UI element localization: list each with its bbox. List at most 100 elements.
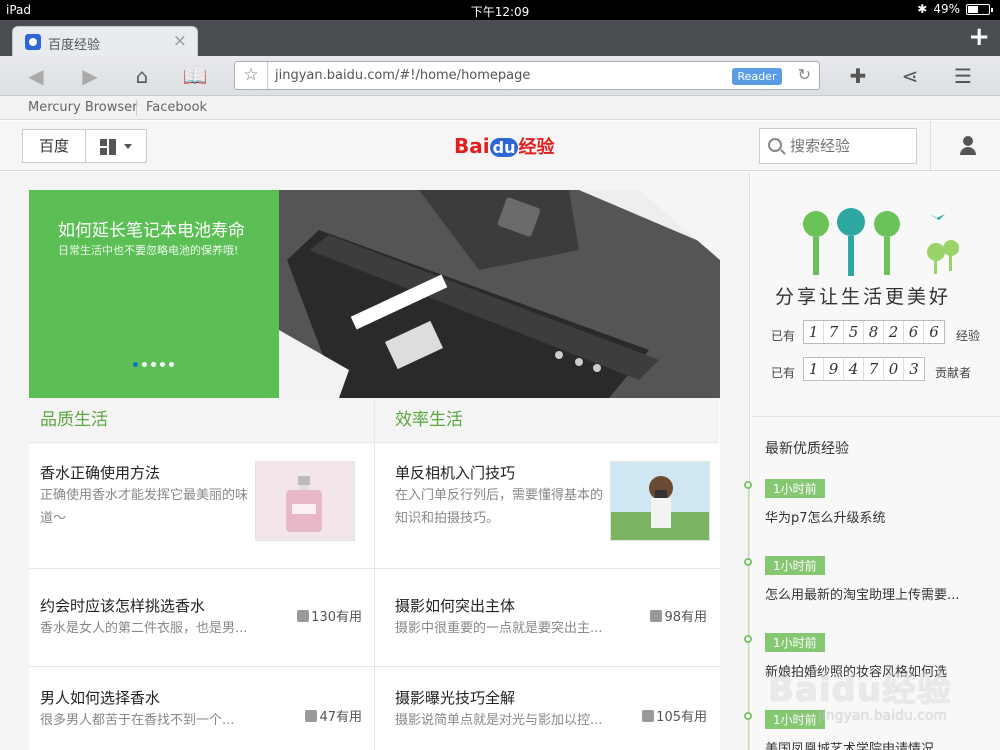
article-desc: 香水是女人的第二件衣服，也是男... xyxy=(40,621,248,636)
status-right: ✱ 49% xyxy=(917,2,993,16)
banner-subtitle: 日常生活中也不要忽略电池的保养哦! xyxy=(58,244,239,257)
section-title-efficient-life[interactable]: 效率生活 xyxy=(374,398,719,443)
bookmark-divider xyxy=(136,100,137,116)
tab-title: 百度经验 xyxy=(48,38,101,53)
banner-title[interactable]: 如何延长笔记本电池寿命 xyxy=(58,216,245,241)
latest-title: 最新优质经验 xyxy=(765,441,849,457)
battery-icon xyxy=(966,3,993,15)
thumbs-up-icon xyxy=(642,710,655,722)
user-account-button[interactable] xyxy=(930,121,1000,171)
article-desc: 正确使用香水才能发挥它最美丽的味道～ xyxy=(40,488,249,526)
thumbs-up-icon xyxy=(305,710,318,722)
counter-digit: 1 xyxy=(804,358,824,380)
reload-icon[interactable]: ↻ xyxy=(798,65,811,84)
article-title[interactable]: 香水正确使用方法 xyxy=(40,462,160,483)
baidu-home-button[interactable]: 百度 xyxy=(22,129,86,163)
useful-count[interactable]: 98有用 xyxy=(650,606,707,625)
stat-suffix: 经验 xyxy=(956,329,981,343)
laptop-battery-image[interactable] xyxy=(279,190,720,398)
star-icon[interactable]: ☆ xyxy=(235,62,268,89)
hero-banner[interactable]: 如何延长笔记本电池寿命 日常生活中也不要忽略电池的保养哦! xyxy=(29,190,720,398)
contributor-counter: 194703 xyxy=(803,357,925,381)
tab-baidu-jingyan[interactable]: 百度经验 × xyxy=(12,26,198,56)
article-title[interactable]: 约会时应该怎样挑选香水 xyxy=(40,595,205,616)
timeline-dot xyxy=(744,712,752,720)
counter-digit: 2 xyxy=(884,321,904,343)
section-title-quality-life[interactable]: 品质生活 xyxy=(29,398,374,443)
home-icon[interactable]: ⌂ xyxy=(128,62,156,90)
baidu-jingyan-logo[interactable]: Bai du 经验 xyxy=(454,133,554,159)
article-desc: 在入门单反行列后，需要懂得基本的知识和拍摄技巧。 xyxy=(395,488,604,526)
share-icon[interactable]: ⋖ xyxy=(896,62,924,90)
user-icon xyxy=(963,136,973,146)
slide-indicator[interactable] xyxy=(133,362,174,367)
slide-dot[interactable] xyxy=(133,362,138,367)
featured-article-perfume[interactable]: 香水正确使用方法 正确使用香水才能发挥它最美丽的味道～ xyxy=(29,443,374,568)
grid-icon xyxy=(100,139,116,155)
perfume-thumbnail[interactable] xyxy=(255,461,355,541)
slide-dot[interactable] xyxy=(169,362,174,367)
article-men-perfume[interactable]: 男人如何选择香水 很多男人都苦于在香找不到一个... 47有用 xyxy=(29,667,374,750)
experience-counter: 1758266 xyxy=(803,320,945,344)
tab-strip: 百度经验 × + xyxy=(0,20,1000,56)
new-tab-plus-icon[interactable]: + xyxy=(968,23,990,51)
latest-item[interactable]: 1小时前 华为p7怎么升级系统 xyxy=(744,478,985,526)
latest-item-title[interactable]: 华为p7怎么升级系统 xyxy=(765,507,975,526)
stat-suffix: 贡献者 xyxy=(935,366,972,380)
counter-digit: 3 xyxy=(909,360,919,378)
latest-item[interactable]: 1小时前 怎么用最新的淘宝助理上传需要... xyxy=(744,555,985,603)
useful-count[interactable]: 105有用 xyxy=(642,706,707,725)
article-title[interactable]: 男人如何选择香水 xyxy=(40,687,160,708)
bookmark-facebook[interactable]: Facebook xyxy=(146,100,207,115)
url-text[interactable]: jingyan.baidu.com/#!/home/homepage xyxy=(275,68,530,83)
article-title[interactable]: 单反相机入门技巧 xyxy=(395,462,515,483)
article-exposure-tips[interactable]: 摄影曝光技巧全解 摄影说简单点就是对光与影加以控... 105有用 xyxy=(374,667,719,750)
useful-count[interactable]: 130有用 xyxy=(297,606,362,625)
time-badge: 1小时前 xyxy=(765,556,825,575)
site-header: 百度 Bai du 经验 xyxy=(0,121,1000,171)
bookmarks-bar: Mercury Browser Facebook xyxy=(0,96,1000,120)
article-sections: 品质生活 效率生活 香水正确使用方法 正确使用香水才能发挥它最美丽的味道～ 单反… xyxy=(29,398,720,750)
featured-article-dslr[interactable]: 单反相机入门技巧 在入门单反行列后，需要懂得基本的知识和拍摄技巧。 xyxy=(374,443,719,568)
slide-dot[interactable] xyxy=(142,362,147,367)
counter-digit: 0 xyxy=(884,358,904,380)
article-date-perfume[interactable]: 约会时应该怎样挑选香水 香水是女人的第二件衣服，也是男... 130有用 xyxy=(29,569,374,667)
bluetooth-icon: ✱ xyxy=(917,2,928,16)
slide-dot[interactable] xyxy=(160,362,165,367)
useful-count[interactable]: 47有用 xyxy=(305,706,362,725)
bookmark-mercury-browser[interactable]: Mercury Browser xyxy=(28,100,138,115)
article-desc: 摄影说简单点就是对光与影加以控... xyxy=(395,713,603,728)
slide-dot[interactable] xyxy=(151,362,156,367)
address-bar[interactable]: ☆ jingyan.baidu.com/#!/home/homepage Rea… xyxy=(234,61,820,90)
stat-prefix: 已有 xyxy=(771,329,796,343)
search-input[interactable] xyxy=(790,135,910,157)
chevron-down-icon xyxy=(124,144,132,149)
status-bar: iPad 下午12:09 ✱ 49% xyxy=(0,0,1000,20)
bookmarks-book-icon[interactable]: 📖 xyxy=(181,62,209,90)
back-arrow-icon[interactable]: ◀ xyxy=(22,62,50,90)
close-icon[interactable]: × xyxy=(173,31,187,51)
people-trees-illustration-icon xyxy=(803,208,959,276)
counter-digit: 6 xyxy=(904,321,924,343)
latest-item-title[interactable]: 怎么用最新的淘宝助理上传需要... xyxy=(765,584,975,603)
search-icon[interactable] xyxy=(768,138,782,152)
thumbs-up-icon xyxy=(297,610,310,622)
camera-girl-thumbnail[interactable] xyxy=(610,461,710,541)
search-box[interactable] xyxy=(759,128,917,164)
baidu-watermark: Baidu经验 jingyan.baidu.com xyxy=(768,670,953,724)
forward-arrow-icon[interactable]: ▶ xyxy=(76,62,104,90)
extensions-puzzle-icon[interactable]: ✚ xyxy=(844,62,872,90)
timeline-dot xyxy=(744,558,752,566)
article-title[interactable]: 摄影如何突出主体 xyxy=(395,595,515,616)
article-title[interactable]: 摄影曝光技巧全解 xyxy=(395,687,515,708)
article-photo-subject[interactable]: 摄影如何突出主体 摄影中很重要的一点就是要突出主... 98有用 xyxy=(374,569,719,667)
time-badge: 1小时前 xyxy=(765,479,825,498)
banner-caption[interactable]: 如何延长笔记本电池寿命 日常生活中也不要忽略电池的保养哦! xyxy=(29,190,279,398)
counter-digit: 4 xyxy=(844,358,864,380)
sidebar-divider xyxy=(751,416,1000,417)
grid-menu-button[interactable] xyxy=(85,129,147,163)
article-desc: 摄影中很重要的一点就是要突出主... xyxy=(395,621,603,636)
counter-digit: 8 xyxy=(864,321,884,343)
menu-list-icon[interactable]: ☰ xyxy=(949,62,977,90)
reader-button[interactable]: Reader xyxy=(732,68,782,85)
